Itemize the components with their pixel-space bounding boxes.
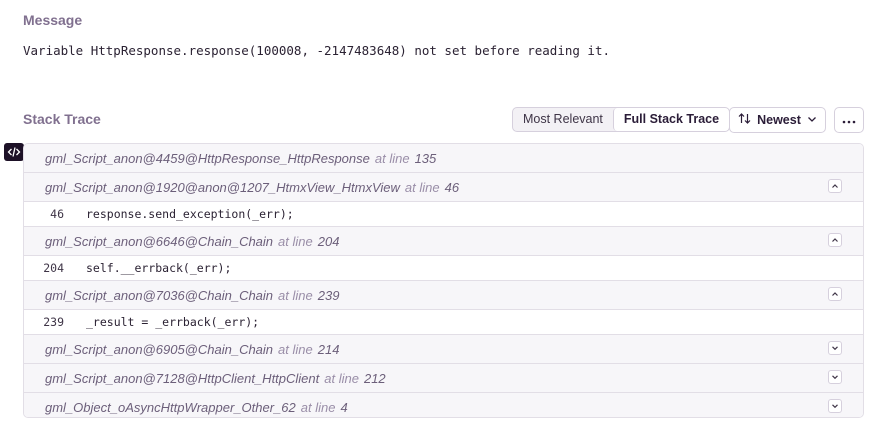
stack-trace-list: gml_Script_anon@4459@HttpResponse_HttpRe… [23,143,864,418]
frame-function-name: gml_Script_anon@7036@Chain_Chain [45,287,274,303]
code-line-number: 46 [50,207,64,221]
frame-at-line-label: at line [278,341,313,357]
chevron-down-icon [832,404,838,409]
chevron-down-icon [832,346,838,351]
frame-row[interactable]: gml_Script_anon@7128@HttpClient_HttpClie… [24,364,863,393]
code-context-row: 239 _result = _errback(_err); [24,310,863,335]
frame-line-number: 135 [414,150,437,166]
sort-arrows-icon [738,112,751,128]
frame-at-line-label: at line [324,370,359,386]
frame-row[interactable]: gml_Object_oAsyncHttpWrapper_Other_62 at… [24,393,863,417]
frame-row[interactable]: gml_Script_anon@4459@HttpResponse_HttpRe… [24,144,863,173]
frame-row[interactable]: gml_Script_anon@1920@anon@1207_HtmxView_… [24,173,863,202]
frame-line-number: 239 [317,287,340,303]
frame-line-number: 214 [317,341,340,357]
collapse-frame-button[interactable] [828,233,842,247]
frame-row[interactable]: gml_Script_anon@6905@Chain_Chain at line… [24,335,863,364]
ellipsis-icon [842,111,856,129]
code-context-row: 46 response.send_exception(_err); [24,202,863,227]
message-text: Variable HttpResponse.response(100008, -… [23,43,610,58]
chevron-up-icon [832,292,838,296]
code-context-row: 204 self.__errback(_err); [24,256,863,281]
collapse-frame-button[interactable] [828,179,842,193]
code-line-number: 239 [43,315,64,329]
chevron-down-icon [832,375,838,380]
frame-at-line-label: at line [278,287,313,303]
more-options-button[interactable] [834,107,864,133]
full-stack-trace-button[interactable]: Full Stack Trace [612,108,730,131]
most-relevant-button[interactable]: Most Relevant [513,108,613,131]
frame-function-name: gml_Object_oAsyncHttpWrapper_Other_62 [45,399,296,415]
frame-function-name: gml_Script_anon@4459@HttpResponse_HttpRe… [45,150,370,166]
sort-label: Newest [757,113,801,127]
code-line-number: 204 [43,261,64,275]
frame-function-name: gml_Script_anon@6646@Chain_Chain [45,233,274,249]
code-icon [4,143,24,161]
frame-at-line-label: at line [300,399,336,415]
expand-frame-button[interactable] [828,370,842,384]
expand-frame-button[interactable] [828,341,842,355]
frame-line-number: 46 [444,179,460,195]
frame-at-line-label: at line [374,150,410,166]
collapse-frame-button[interactable] [828,287,842,301]
frame-at-line-label: at line [278,233,313,249]
chevron-up-icon [832,238,838,242]
stack-view-toggle: Most Relevant Full Stack Trace [512,107,731,132]
sort-newest-button[interactable]: Newest [729,107,826,133]
frame-row[interactable]: gml_Script_anon@7036@Chain_Chain at line… [24,281,863,310]
message-title: Message [23,12,83,28]
frame-row[interactable]: gml_Script_anon@6646@Chain_Chain at line… [24,227,863,256]
frame-line-number: 212 [363,370,386,386]
chevron-down-icon [807,113,817,127]
code-line-text: self.__errback(_err); [86,261,232,275]
stack-trace-title: Stack Trace [23,111,101,127]
frame-function-name: gml_Script_anon@1920@anon@1207_HtmxView_… [45,179,400,195]
frame-function-name: gml_Script_anon@7128@HttpClient_HttpClie… [45,370,320,386]
frame-line-number: 204 [317,233,340,249]
frame-at-line-label: at line [404,179,440,195]
chevron-up-icon [832,184,838,188]
code-line-text: _result = _errback(_err); [86,315,260,329]
code-line-text: response.send_exception(_err); [86,207,294,221]
expand-frame-button[interactable] [828,399,842,413]
frame-line-number: 4 [340,399,348,415]
frame-function-name: gml_Script_anon@6905@Chain_Chain [45,341,274,357]
